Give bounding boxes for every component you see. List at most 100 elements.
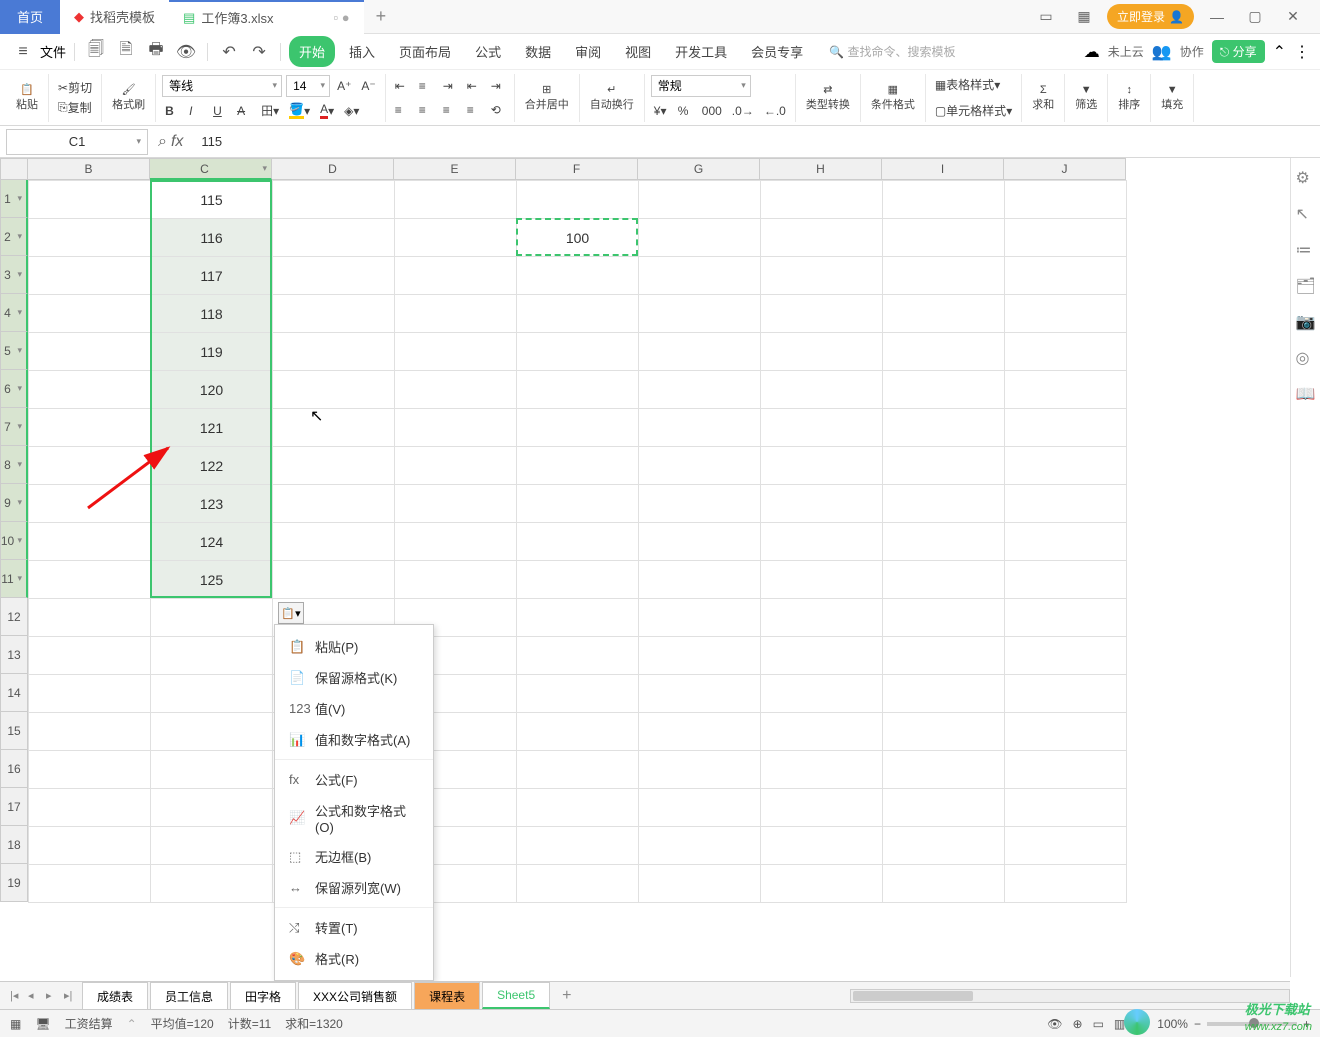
cell-D9[interactable] — [273, 485, 395, 523]
more-icon[interactable]: ⋮ — [1294, 42, 1310, 62]
cell-H6[interactable] — [761, 371, 883, 409]
cell-H19[interactable] — [761, 865, 883, 903]
sheet-tab-0[interactable]: 成绩表 — [82, 982, 148, 1010]
cell-J15[interactable] — [1005, 713, 1127, 751]
sort-button[interactable]: ↕排序 — [1114, 84, 1144, 112]
cell-J11[interactable] — [1005, 561, 1127, 599]
cell-B18[interactable] — [29, 827, 151, 865]
decrease-font-button[interactable]: A⁻ — [358, 76, 378, 96]
indent-inc-button[interactable]: ⇥ — [488, 76, 508, 96]
new-tab-button[interactable]: + — [364, 6, 399, 27]
cell-B17[interactable] — [29, 789, 151, 827]
menu-tab-review[interactable]: 审阅 — [565, 36, 611, 67]
cell-G16[interactable] — [639, 751, 761, 789]
filter-button[interactable]: ▼筛选 — [1071, 84, 1101, 112]
cell-I3[interactable] — [883, 257, 1005, 295]
underline-button[interactable]: U — [210, 101, 230, 121]
cell-I19[interactable] — [883, 865, 1005, 903]
comma-button[interactable]: 000 — [699, 101, 725, 121]
cell-I16[interactable] — [883, 751, 1005, 789]
cell-C18[interactable] — [151, 827, 273, 865]
view-eye-icon[interactable]: 👁 — [1047, 1017, 1062, 1031]
cell-F1[interactable] — [517, 181, 639, 219]
cell-G7[interactable] — [639, 409, 761, 447]
type-convert-button[interactable]: ⇄类型转换 — [802, 83, 854, 112]
cell-H9[interactable] — [761, 485, 883, 523]
tab-menu-icon[interactable]: ▫ ● — [334, 10, 350, 25]
menu-tab-dev[interactable]: 开发工具 — [665, 36, 737, 67]
redo-icon[interactable]: ↷ — [246, 39, 272, 65]
cell-B5[interactable] — [29, 333, 151, 371]
row-header-16[interactable]: 16 — [0, 750, 28, 788]
cell-G5[interactable] — [639, 333, 761, 371]
cell-I8[interactable] — [883, 447, 1005, 485]
cell-H13[interactable] — [761, 637, 883, 675]
cell-E9[interactable] — [395, 485, 517, 523]
cell-B15[interactable] — [29, 713, 151, 751]
cell-B8[interactable] — [29, 447, 151, 485]
cell-F7[interactable] — [517, 409, 639, 447]
menu-tab-data[interactable]: 数据 — [515, 36, 561, 67]
cell-F2[interactable]: 100 — [517, 219, 639, 257]
cell-G8[interactable] — [639, 447, 761, 485]
merge-button[interactable]: ⊞合并居中 — [521, 83, 573, 112]
menu-tab-layout[interactable]: 页面布局 — [389, 36, 461, 67]
cell-B13[interactable] — [29, 637, 151, 675]
tab-template[interactable]: ◆ 找稻壳模板 — [60, 0, 169, 34]
row-header-6[interactable]: 6 — [0, 370, 28, 408]
cell-E5[interactable] — [395, 333, 517, 371]
clear-format-button[interactable]: ◈▾ — [341, 101, 362, 121]
cell-F17[interactable] — [517, 789, 639, 827]
cell-E11[interactable] — [395, 561, 517, 599]
book-icon[interactable]: 📖 — [1296, 384, 1316, 404]
cell-J10[interactable] — [1005, 523, 1127, 561]
select-icon[interactable]: ↖ — [1296, 204, 1316, 224]
increase-font-button[interactable]: A⁺ — [334, 76, 354, 96]
cell-J3[interactable] — [1005, 257, 1127, 295]
sheet-tab-1[interactable]: 员工信息 — [150, 982, 228, 1010]
row-header-19[interactable]: 19 — [0, 864, 28, 902]
format-brush-button[interactable]: 🖌 格式刷 — [108, 83, 149, 112]
paste-menu-format[interactable]: 🎨格式(R) — [275, 943, 433, 974]
cell-B1[interactable] — [29, 181, 151, 219]
paste-menu-keep-source[interactable]: 📄保留源格式(K) — [275, 662, 433, 693]
paste-menu-paste[interactable]: 📋粘贴(P) — [275, 631, 433, 662]
cell-D2[interactable] — [273, 219, 395, 257]
row-header-8[interactable]: 8 — [0, 446, 28, 484]
column-header-H[interactable]: H — [760, 158, 882, 180]
cell-C13[interactable] — [151, 637, 273, 675]
cell-B9[interactable] — [29, 485, 151, 523]
sheet-tab-2[interactable]: 田字格 — [230, 982, 296, 1010]
cell-F16[interactable] — [517, 751, 639, 789]
copy-button[interactable]: ⎘复制 — [55, 98, 95, 118]
cell-I18[interactable] — [883, 827, 1005, 865]
dec-decimal-button[interactable]: ←.0 — [761, 101, 789, 121]
cell-F19[interactable] — [517, 865, 639, 903]
inc-decimal-button[interactable]: .0→ — [729, 101, 757, 121]
cell-H10[interactable] — [761, 523, 883, 561]
cell-C12[interactable] — [151, 599, 273, 637]
cell-B11[interactable] — [29, 561, 151, 599]
cell-H14[interactable] — [761, 675, 883, 713]
cell-I17[interactable] — [883, 789, 1005, 827]
cloud-icon[interactable]: ☁ — [1084, 42, 1100, 62]
row-header-14[interactable]: 14 — [0, 674, 28, 712]
column-header-F[interactable]: F — [516, 158, 638, 180]
minimize-button[interactable]: — — [1202, 2, 1232, 32]
cell-J16[interactable] — [1005, 751, 1127, 789]
orientation-button[interactable]: ⟲ — [488, 100, 508, 120]
close-button[interactable]: ✕ — [1278, 2, 1308, 32]
sheet-tab-5[interactable]: Sheet5 — [482, 982, 550, 1009]
indent-dec-button[interactable]: ⇤ — [464, 76, 484, 96]
property-panel-icon[interactable]: ⚙ — [1296, 168, 1316, 188]
cell-D4[interactable] — [273, 295, 395, 333]
cell-F13[interactable] — [517, 637, 639, 675]
align-bottom-button[interactable]: ⇥ — [440, 76, 460, 96]
cell-D11[interactable] — [273, 561, 395, 599]
row-header-13[interactable]: 13 — [0, 636, 28, 674]
cell-E10[interactable] — [395, 523, 517, 561]
cell-F8[interactable] — [517, 447, 639, 485]
cell-J18[interactable] — [1005, 827, 1127, 865]
cell-F4[interactable] — [517, 295, 639, 333]
cell-C10[interactable]: 124 — [151, 523, 273, 561]
